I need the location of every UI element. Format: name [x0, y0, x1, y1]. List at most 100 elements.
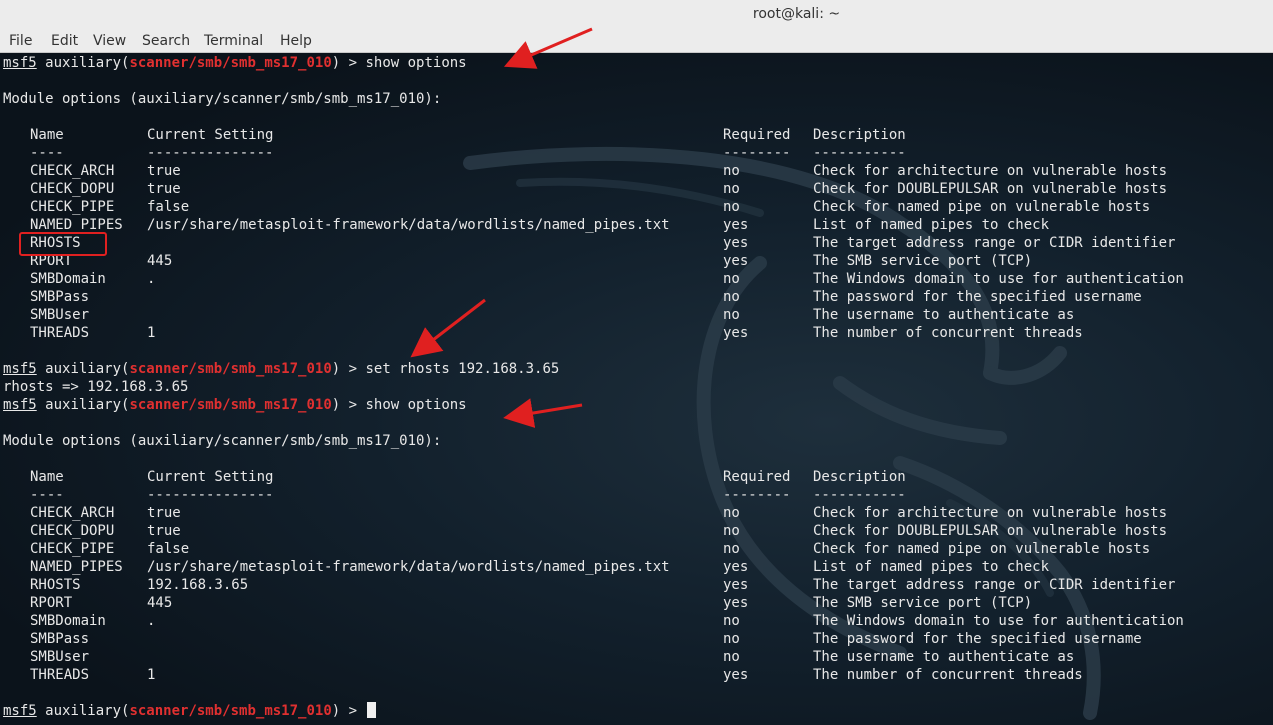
cell-description: Check for architecture on vulnerable hos… — [813, 163, 1168, 179]
cell-description: The username to authenticate as — [813, 307, 1075, 323]
cell-setting: . — [147, 271, 156, 287]
cell-name: Name — [30, 469, 64, 485]
cell-required: -------- — [723, 145, 791, 161]
menu-file[interactable]: File — [9, 33, 32, 49]
prompt-suffix: ) > — [331, 397, 366, 413]
cell-required: no — [723, 649, 740, 665]
cell-name: CHECK_PIPE — [30, 541, 115, 557]
cell-description: Description — [813, 469, 906, 485]
cell-required: no — [723, 163, 740, 179]
cell-required: no — [723, 523, 740, 539]
cell-required: yes — [723, 667, 749, 683]
cell-setting: true — [147, 163, 181, 179]
cell-name: CHECK_DOPU — [30, 523, 115, 539]
cell-name: CHECK_ARCH — [30, 505, 115, 521]
menu-edit[interactable]: Edit — [51, 33, 78, 49]
module-name: scanner/smb/smb_ms17_010 — [129, 397, 332, 413]
cell-required: no — [723, 541, 740, 557]
cell-description: The password for the specified username — [813, 631, 1142, 647]
cell-name: SMBDomain — [30, 271, 106, 287]
block-cursor-icon — [367, 702, 377, 718]
cell-setting: Current Setting — [147, 469, 274, 485]
menu-help[interactable]: Help — [280, 33, 312, 49]
cell-name: ---- — [30, 487, 64, 503]
window-title: root@kali: ~ — [752, 6, 841, 22]
title-bar[interactable]: root@kali: ~ — [0, 0, 1273, 30]
cell-name: ---- — [30, 145, 64, 161]
prompt-prefix: auxiliary( — [45, 397, 130, 413]
cell-required: no — [723, 631, 740, 647]
menu-view[interactable]: View — [93, 33, 126, 49]
cell-name: RHOSTS — [30, 577, 81, 593]
cell-setting: 1 — [147, 325, 156, 341]
menu-search[interactable]: Search — [142, 33, 190, 49]
command-text: set rhosts 192.168.3.65 — [365, 361, 560, 377]
cell-setting: --------------- — [147, 145, 274, 161]
cell-setting: /usr/share/metasploit-framework/data/wor… — [147, 559, 670, 575]
module-options-header: Module options (auxiliary/scanner/smb/sm… — [3, 91, 442, 107]
cell-required: no — [723, 613, 740, 629]
prompt-prefix: auxiliary( — [45, 703, 130, 719]
menu-terminal[interactable]: Terminal — [204, 33, 263, 49]
cell-description: The username to authenticate as — [813, 649, 1075, 665]
command-text: show options — [365, 55, 467, 71]
cell-required: yes — [723, 235, 749, 251]
cell-name: CHECK_DOPU — [30, 181, 115, 197]
set-result: rhosts => 192.168.3.65 — [3, 379, 189, 395]
cell-required: yes — [723, 325, 749, 341]
cell-description: Check for DOUBLEPULSAR on vulnerable hos… — [813, 181, 1168, 197]
cell-required: -------- — [723, 487, 791, 503]
cell-description: Check for named pipe on vulnerable hosts — [813, 199, 1151, 215]
cell-setting: true — [147, 523, 181, 539]
cell-required: no — [723, 271, 740, 287]
cell-required: no — [723, 199, 740, 215]
cell-setting: 1 — [147, 667, 156, 683]
cell-description: ----------- — [813, 145, 906, 161]
cell-required: Required — [723, 127, 791, 143]
cell-setting: 192.168.3.65 — [147, 577, 249, 593]
cell-setting: 445 — [147, 253, 173, 269]
msf-prompt: msf5 — [3, 55, 37, 71]
prompt-line-1: msf5 auxiliary(scanner/smb/smb_ms17_010)… — [3, 54, 467, 72]
cell-description: The number of concurrent threads — [813, 325, 1083, 341]
cell-name: SMBUser — [30, 649, 90, 665]
cell-setting: --------------- — [147, 487, 274, 503]
cell-name: NAMED_PIPES — [30, 559, 123, 575]
cell-setting: false — [147, 541, 190, 557]
prompt-line-4[interactable]: msf5 auxiliary(scanner/smb/smb_ms17_010)… — [3, 702, 377, 720]
module-options-header: Module options (auxiliary/scanner/smb/sm… — [3, 433, 442, 449]
cell-required: no — [723, 307, 740, 323]
cell-name: THREADS — [30, 325, 90, 341]
terminal-output[interactable]: msf5 auxiliary(scanner/smb/smb_ms17_010)… — [0, 53, 1273, 725]
prompt-prefix: auxiliary( — [45, 361, 130, 377]
cell-description: The SMB service port (TCP) — [813, 253, 1033, 269]
cell-description: List of named pipes to check — [813, 559, 1050, 575]
cell-description: The SMB service port (TCP) — [813, 595, 1033, 611]
prompt-line-3: msf5 auxiliary(scanner/smb/smb_ms17_010)… — [3, 396, 467, 414]
cell-description: Check for named pipe on vulnerable hosts — [813, 541, 1151, 557]
cell-required: no — [723, 289, 740, 305]
cell-description: The password for the specified username — [813, 289, 1142, 305]
prompt-line-2: msf5 auxiliary(scanner/smb/smb_ms17_010)… — [3, 360, 559, 378]
cell-description: The number of concurrent threads — [813, 667, 1083, 683]
cell-required: yes — [723, 217, 749, 233]
cell-setting: /usr/share/metasploit-framework/data/wor… — [147, 217, 670, 233]
cell-description: The Windows domain to use for authentica… — [813, 613, 1184, 629]
msf-prompt: msf5 — [3, 397, 37, 413]
cell-setting: true — [147, 505, 181, 521]
cell-name: SMBPass — [30, 631, 90, 647]
cell-name: RPORT — [30, 595, 73, 611]
cell-description: The Windows domain to use for authentica… — [813, 271, 1184, 287]
msf-prompt: msf5 — [3, 361, 37, 377]
command-text: show options — [365, 397, 467, 413]
module-name: scanner/smb/smb_ms17_010 — [129, 361, 332, 377]
cell-required: yes — [723, 595, 749, 611]
cell-required: no — [723, 505, 740, 521]
menu-bar: File Edit View Search Terminal Help — [0, 30, 1273, 53]
cell-name: CHECK_PIPE — [30, 199, 115, 215]
cell-name: SMBUser — [30, 307, 90, 323]
cell-description: The target address range or CIDR identif… — [813, 577, 1176, 593]
prompt-suffix: ) > — [331, 703, 366, 719]
cell-setting: . — [147, 613, 156, 629]
cell-description: Description — [813, 127, 906, 143]
